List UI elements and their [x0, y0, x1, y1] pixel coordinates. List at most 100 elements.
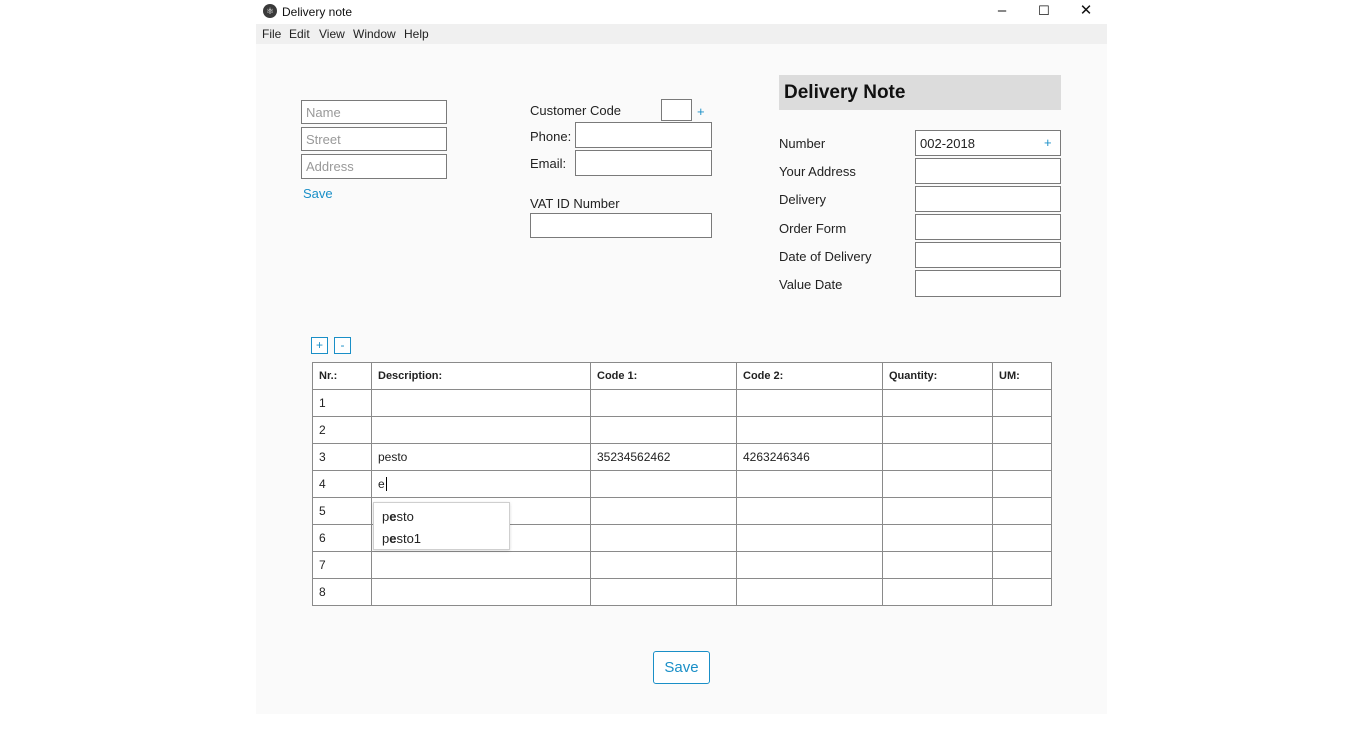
email-input[interactable]: [575, 150, 712, 176]
table-row: 8: [312, 578, 1052, 606]
table-row: 7: [312, 551, 1052, 579]
cell-nr: 3: [312, 443, 372, 471]
phone-label: Phone:: [530, 129, 572, 144]
app-window: ⚛ Delivery note – ☐ ✕ File Edit View Win…: [256, 0, 1107, 714]
col-header-code2: Code 2:: [736, 362, 883, 390]
cell-code1[interactable]: [590, 416, 737, 444]
menu-help[interactable]: Help: [404, 27, 429, 41]
items-table: Nr.: Description: Code 1: Code 2: Quanti…: [312, 362, 1052, 606]
cell-description-active[interactable]: e: [371, 470, 591, 498]
table-header-row: Nr.: Description: Code 1: Code 2: Quanti…: [312, 362, 1052, 390]
col-header-um: UM:: [992, 362, 1052, 390]
cell-code2[interactable]: [736, 389, 883, 417]
name-input[interactable]: [301, 100, 447, 124]
cell-description[interactable]: [371, 389, 591, 417]
cell-code2[interactable]: [736, 497, 883, 525]
table-row: 2: [312, 416, 1052, 444]
date-of-delivery-label: Date of Delivery: [779, 249, 872, 264]
cell-quantity[interactable]: [882, 551, 993, 579]
cell-code1[interactable]: [590, 578, 737, 606]
cell-quantity[interactable]: [882, 470, 993, 498]
menu-bar: File Edit View Window Help: [256, 24, 1107, 44]
order-form-label: Order Form: [779, 221, 847, 236]
vat-id-input[interactable]: [530, 213, 712, 238]
cell-code2[interactable]: [736, 551, 883, 579]
col-header-quantity: Quantity:: [882, 362, 993, 390]
cell-nr: 8: [312, 578, 372, 606]
close-icon[interactable]: ✕: [1066, 0, 1106, 24]
cell-nr: 4: [312, 470, 372, 498]
text-caret: [385, 477, 387, 492]
cell-code1[interactable]: [590, 524, 737, 552]
cell-code2[interactable]: [736, 470, 883, 498]
delivery-label: Delivery: [779, 192, 826, 207]
menu-edit[interactable]: Edit: [289, 27, 310, 41]
cell-quantity[interactable]: [882, 524, 993, 552]
cell-nr: 1: [312, 389, 372, 417]
cell-description[interactable]: [371, 416, 591, 444]
cell-nr: 7: [312, 551, 372, 579]
customer-code-input[interactable]: [661, 99, 692, 121]
cell-description[interactable]: pesto: [371, 443, 591, 471]
customer-save-link[interactable]: Save: [303, 186, 333, 201]
add-row-button[interactable]: +: [311, 337, 328, 354]
maximize-icon[interactable]: ☐: [1024, 0, 1064, 24]
cell-um[interactable]: [992, 578, 1052, 606]
date-of-delivery-input[interactable]: [915, 242, 1061, 268]
cell-code2[interactable]: 4263246346: [736, 443, 883, 471]
your-address-input[interactable]: [915, 158, 1061, 184]
cell-code2[interactable]: [736, 524, 883, 552]
cell-code2[interactable]: [736, 578, 883, 606]
title-bar: ⚛ Delivery note – ☐ ✕: [256, 0, 1107, 24]
table-row: 3 pesto 35234562462 4263246346: [312, 443, 1052, 471]
add-customer-code-icon[interactable]: +: [697, 104, 705, 119]
table-row: 4 e: [312, 470, 1052, 498]
add-number-icon[interactable]: +: [1044, 135, 1052, 150]
cell-um[interactable]: [992, 416, 1052, 444]
description-input-text: e: [378, 476, 385, 491]
cell-um[interactable]: [992, 443, 1052, 471]
delivery-input[interactable]: [915, 186, 1061, 212]
value-date-label: Value Date: [779, 277, 843, 292]
remove-row-button[interactable]: -: [334, 337, 351, 354]
cell-code1[interactable]: [590, 551, 737, 579]
menu-file[interactable]: File: [262, 27, 281, 41]
autocomplete-dropdown: pesto pesto1: [373, 502, 510, 550]
cell-code2[interactable]: [736, 416, 883, 444]
menu-view[interactable]: View: [319, 27, 345, 41]
your-address-label: Your Address: [779, 164, 856, 179]
cell-um[interactable]: [992, 389, 1052, 417]
cell-um[interactable]: [992, 551, 1052, 579]
minimize-icon[interactable]: –: [982, 0, 1022, 24]
delivery-note-title: Delivery Note: [779, 75, 1061, 110]
autocomplete-option[interactable]: pesto1: [382, 531, 421, 546]
autocomplete-option[interactable]: pesto: [382, 509, 414, 524]
cell-quantity[interactable]: [882, 443, 993, 471]
cell-code1[interactable]: [590, 470, 737, 498]
cell-um[interactable]: [992, 497, 1052, 525]
order-form-input[interactable]: [915, 214, 1061, 240]
cell-code1[interactable]: [590, 389, 737, 417]
customer-code-label: Customer Code: [530, 103, 622, 118]
cell-quantity[interactable]: [882, 389, 993, 417]
value-date-input[interactable]: [915, 270, 1061, 297]
cell-um[interactable]: [992, 470, 1052, 498]
cell-code1[interactable]: [590, 497, 737, 525]
col-header-code1: Code 1:: [590, 362, 737, 390]
cell-code1[interactable]: 35234562462: [590, 443, 737, 471]
cell-quantity[interactable]: [882, 416, 993, 444]
address-input[interactable]: [301, 154, 447, 179]
cell-description[interactable]: [371, 551, 591, 579]
cell-quantity[interactable]: [882, 497, 993, 525]
cell-um[interactable]: [992, 524, 1052, 552]
save-button[interactable]: Save: [653, 651, 710, 684]
number-input[interactable]: [915, 130, 1061, 156]
number-label: Number: [779, 136, 826, 151]
cell-description[interactable]: [371, 578, 591, 606]
menu-window[interactable]: Window: [353, 27, 396, 41]
street-input[interactable]: [301, 127, 447, 151]
phone-input[interactable]: [575, 122, 712, 148]
cell-nr: 2: [312, 416, 372, 444]
cell-nr: 6: [312, 524, 372, 552]
cell-quantity[interactable]: [882, 578, 993, 606]
